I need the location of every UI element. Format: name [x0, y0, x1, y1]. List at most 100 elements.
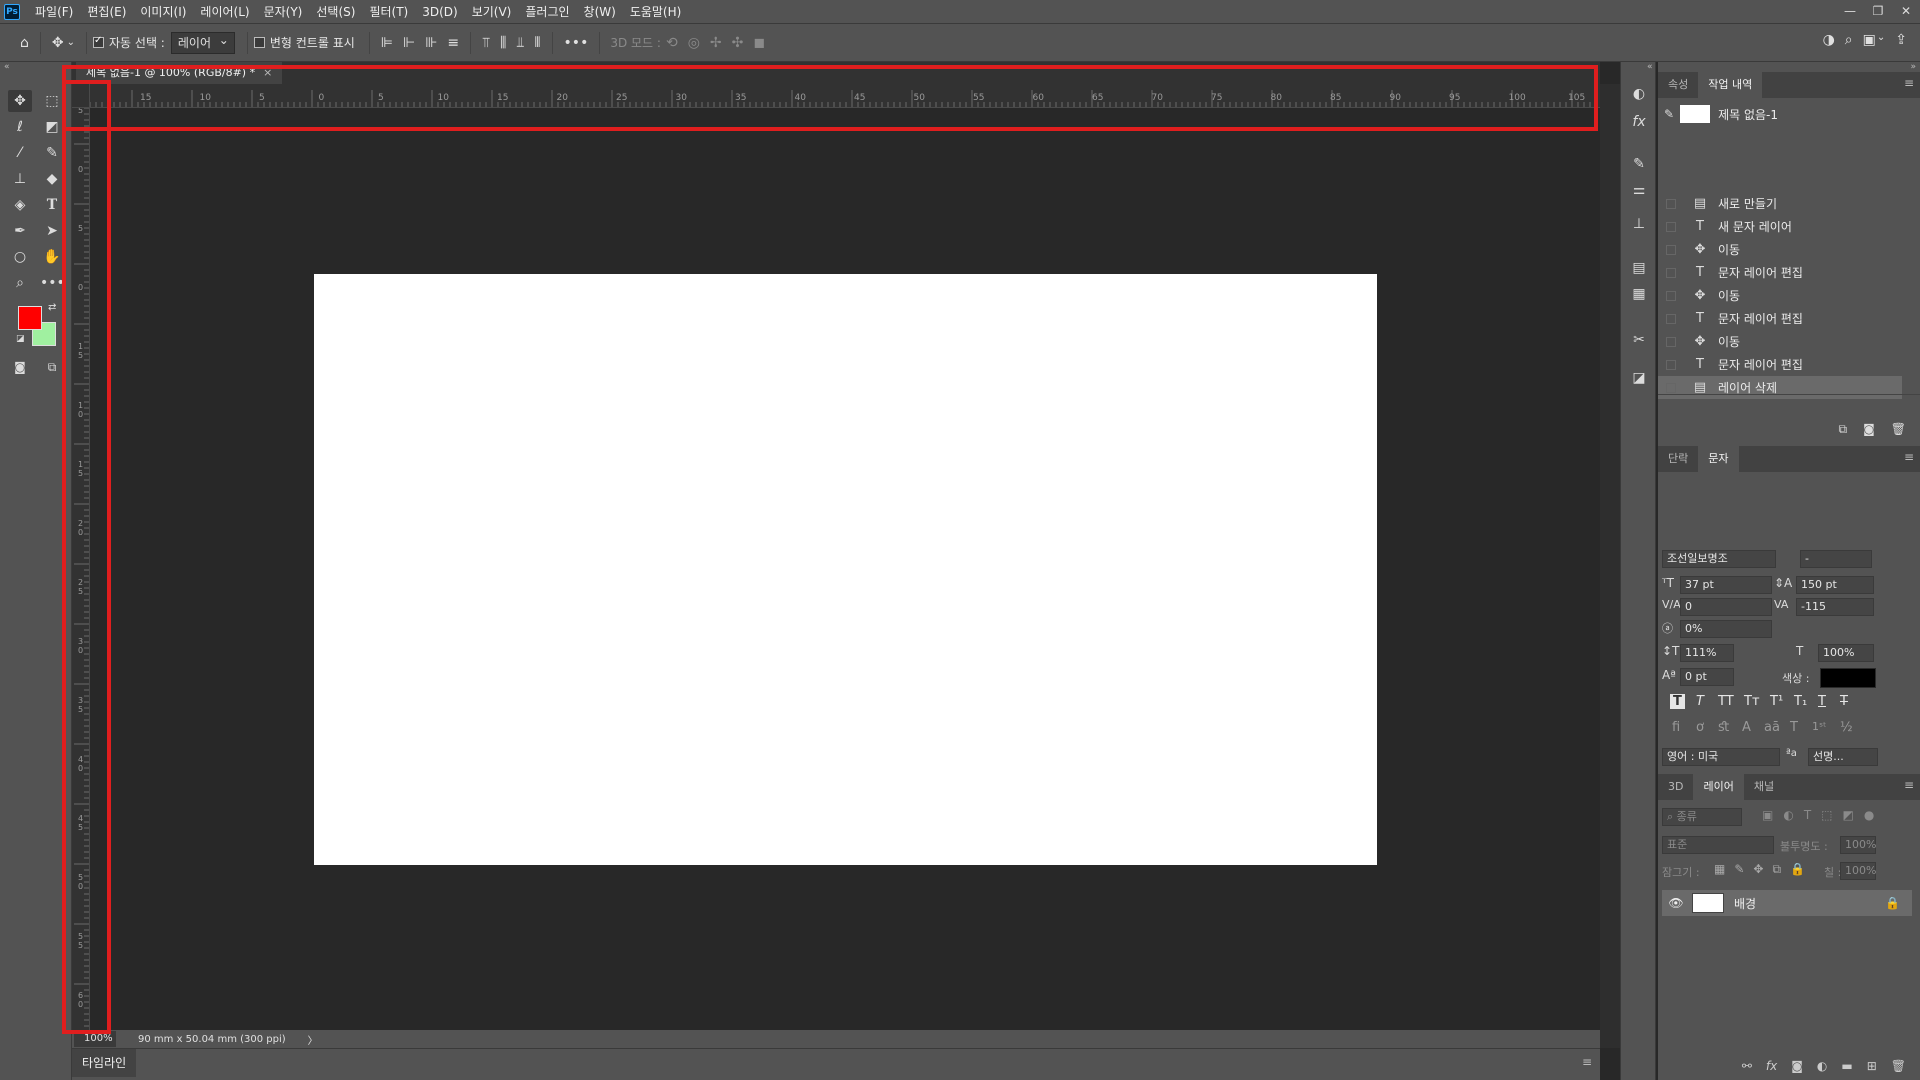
pan-3d-icon[interactable]: ✢ [710, 35, 722, 51]
history-item[interactable]: ✥ 이동 [1658, 330, 1902, 353]
shape-filter-icon[interactable]: ⬚ [1821, 808, 1832, 822]
orbit-3d-icon[interactable]: ⟲ [666, 35, 678, 51]
baseline-shift-field[interactable]: 0 pt [1680, 668, 1734, 686]
move-tool-icon[interactable]: ✥ [8, 90, 32, 112]
underline-icon[interactable]: T [1818, 694, 1826, 709]
history-item[interactable]: T 문자 레이어 편집 [1658, 307, 1902, 330]
lock-artboard-icon[interactable]: ⧉ [1772, 862, 1781, 877]
distribute-vertical-icon[interactable]: ≡ [447, 35, 459, 51]
chevron-down-icon[interactable]: ⌄ [1877, 32, 1885, 48]
roll-3d-icon[interactable]: ◎ [688, 35, 700, 51]
search-icon[interactable]: ⌕ [1845, 32, 1853, 48]
horizontal-scale-field[interactable]: 100% [1818, 644, 1874, 662]
menu-item[interactable]: 플러그인 [518, 0, 576, 24]
fx-icon[interactable]: fx [1629, 112, 1649, 132]
stylistic-alternates-icon[interactable]: aā [1764, 720, 1780, 735]
swap-colors-icon[interactable]: ⇄ [48, 302, 56, 313]
lock-transparent-icon[interactable]: ▦ [1714, 862, 1725, 877]
history-checkbox[interactable] [1666, 382, 1676, 393]
fractions-icon[interactable]: ½ [1840, 720, 1853, 735]
new-layer-icon[interactable]: ⊞ [1867, 1059, 1877, 1073]
object-select-tool-icon[interactable]: ◩ [40, 116, 64, 138]
history-checkbox[interactable] [1666, 359, 1676, 370]
adjustment-layer-icon[interactable]: ◐ [1817, 1059, 1827, 1073]
lock-paint-icon[interactable]: ✎ [1734, 862, 1744, 877]
notes-icon[interactable]: ▦ [1629, 284, 1649, 304]
path-select-tool-icon[interactable]: ➤ [40, 220, 64, 242]
minimize-icon[interactable]: — [1836, 0, 1864, 24]
font-style-select[interactable]: - [1800, 550, 1872, 568]
tab-character[interactable]: 문자 [1698, 446, 1739, 472]
chevron-down-icon[interactable]: ⌄ [67, 37, 75, 48]
zoom-tool-icon[interactable]: ⌕ [8, 272, 32, 294]
quick-mask-icon[interactable]: ◙ [8, 356, 32, 378]
menu-item[interactable]: 필터(T) [362, 0, 415, 24]
workspace-icon[interactable]: ▣ [1863, 32, 1876, 48]
smart-object-filter-icon[interactable]: ◩ [1843, 808, 1854, 822]
lasso-tool-icon[interactable]: ℓ [8, 116, 32, 138]
collapse-icon[interactable]: « [4, 62, 10, 72]
default-colors-icon[interactable]: ◪ [16, 334, 25, 344]
panel-menu-icon[interactable]: ≡ [1904, 450, 1914, 464]
ordinals-icon[interactable]: T [1790, 720, 1798, 735]
delete-icon[interactable]: 🗑 [1891, 422, 1906, 437]
camera-3d-icon[interactable]: ◼ [753, 35, 765, 51]
tsume-field[interactable]: 0% [1680, 620, 1772, 638]
glyphs-icon[interactable]: ◪ [1629, 368, 1649, 388]
small-caps-icon[interactable]: Tт [1744, 694, 1760, 709]
history-item[interactable]: ▤ 새로 만들기 [1658, 192, 1902, 215]
home-icon[interactable]: ⌂ [20, 35, 29, 51]
history-checkbox[interactable] [1666, 198, 1676, 209]
align-right-icon[interactable]: ⊪ [425, 35, 437, 51]
slide-3d-icon[interactable]: ✣ [732, 35, 744, 51]
more-options-icon[interactable]: ••• [564, 35, 589, 51]
link-layers-icon[interactable]: ⚯ [1742, 1059, 1752, 1073]
menu-item[interactable]: 선택(S) [309, 0, 362, 24]
faux-italic-icon[interactable]: T [1696, 694, 1704, 709]
swash-icon[interactable]: ﬆ [1718, 720, 1729, 735]
language-select[interactable]: 영어 : 미국 [1662, 748, 1780, 766]
history-item[interactable]: T 새 문자 레이어 [1658, 215, 1902, 238]
menu-item[interactable]: 파일(F) [28, 0, 80, 24]
history-item[interactable]: T 문자 레이어 편집 [1658, 261, 1902, 284]
opacity-field[interactable]: 100% [1840, 836, 1876, 854]
panel-menu-icon[interactable]: ≡ [1904, 76, 1914, 90]
filter-toggle-icon[interactable]: ● [1864, 808, 1874, 822]
adjustment-filter-icon[interactable]: ◐ [1783, 808, 1793, 822]
brush-settings-icon[interactable]: ✎ [1629, 154, 1649, 174]
tab-properties[interactable]: 속성 [1658, 72, 1698, 98]
eyedropper-tool-icon[interactable]: ⁄ [8, 142, 32, 164]
type-tool-icon[interactable]: T [40, 194, 64, 216]
vertical-scale-field[interactable]: 111% [1680, 644, 1734, 662]
align-bottom-icon[interactable]: ⫫ [517, 35, 525, 51]
layer-filter-select[interactable]: ⌕ 종류 [1662, 808, 1742, 826]
leading-field[interactable]: 150 pt [1796, 576, 1874, 594]
kerning-field[interactable]: 0 [1680, 598, 1772, 616]
add-mask-icon[interactable]: ◙ [1791, 1059, 1803, 1073]
history-item[interactable]: ▤ 레이어 삭제 [1658, 376, 1902, 399]
hand-tool-icon[interactable]: ✋ [40, 246, 64, 268]
menu-item[interactable]: 이미지(I) [133, 0, 193, 24]
text-color-swatch[interactable] [1820, 668, 1876, 688]
delete-icon[interactable]: 🗑 [1891, 1059, 1906, 1073]
share-icon[interactable]: ⇪ [1895, 32, 1907, 48]
eraser-tool-icon[interactable]: ◆ [40, 168, 64, 190]
adjustments-icon[interactable]: ⚌ [1629, 180, 1649, 200]
menu-item[interactable]: 편집(E) [80, 0, 133, 24]
auto-select-checkbox[interactable] [93, 35, 105, 48]
collapse-icon[interactable]: « [1647, 62, 1653, 72]
close-icon[interactable]: ✕ [1892, 0, 1920, 24]
collapse-icon[interactable]: » [1910, 62, 1916, 72]
foreground-color-swatch[interactable] [18, 306, 42, 330]
menu-item[interactable]: 창(W) [577, 0, 623, 24]
discretionary-ligatures-icon[interactable]: ơ [1696, 720, 1704, 735]
history-item[interactable]: ✥ 이동 [1658, 238, 1902, 261]
superscript-ordinal-icon[interactable]: 1ˢᵗ [1812, 720, 1826, 733]
restore-icon[interactable]: ❐ [1864, 0, 1892, 24]
brush-tool-icon[interactable]: ✎ [40, 142, 64, 164]
subscript-icon[interactable]: T₁ [1794, 694, 1807, 709]
history-checkbox[interactable] [1666, 267, 1676, 278]
status-menu-arrow[interactable]: 〉 [308, 1032, 318, 1047]
document-canvas[interactable] [314, 274, 1377, 865]
color-panel-icon[interactable]: ◐ [1629, 84, 1649, 104]
